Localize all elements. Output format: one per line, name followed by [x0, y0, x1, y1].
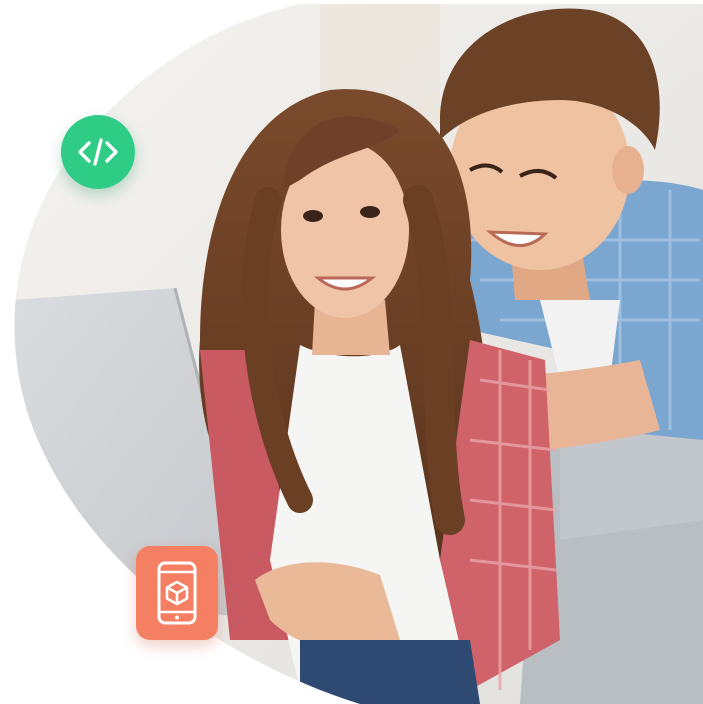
code-badge: [61, 115, 135, 189]
mobile-cube-icon: [155, 560, 199, 626]
kids-laptop-photo: [14, 4, 703, 704]
hero-illustration: [0, 0, 703, 704]
code-brackets-icon: [77, 137, 119, 167]
app-badge: [136, 546, 218, 640]
